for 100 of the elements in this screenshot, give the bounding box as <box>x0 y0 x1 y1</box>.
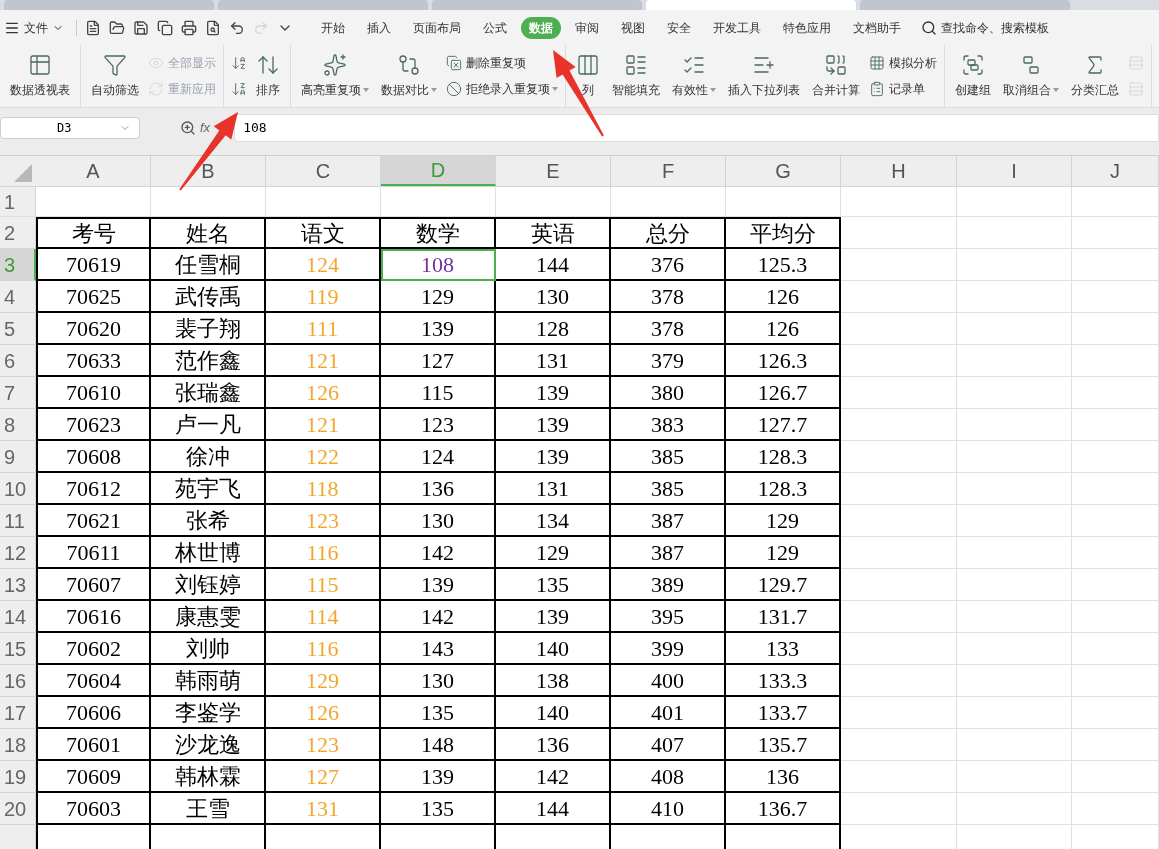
column-header[interactable]: G <box>726 156 841 186</box>
ribbon-button[interactable]: 自动筛选 <box>88 53 142 99</box>
table-cell: 115 <box>266 569 381 601</box>
table-cell: 70601 <box>36 729 151 761</box>
ribbon-button[interactable]: 高亮重复项 <box>298 53 372 99</box>
row-header[interactable]: 6 <box>0 345 36 377</box>
ribbon-button[interactable]: 合并计算 <box>809 53 863 99</box>
table-cell: 400 <box>611 665 726 697</box>
ribbon-button[interactable]: 排序 <box>253 53 283 99</box>
ribbon-button[interactable]: 数据对比 <box>378 53 440 99</box>
name-box[interactable]: D3 <box>0 116 140 139</box>
sort-ascending-icon <box>231 55 247 71</box>
table-cell: 129 <box>726 537 841 569</box>
ribbon-tab[interactable]: 安全 <box>659 16 699 39</box>
undo-icon[interactable] <box>229 19 245 36</box>
column-header[interactable]: I <box>957 156 1072 186</box>
ribbon-button[interactable]: 智能填充 <box>609 53 663 99</box>
row-header[interactable]: 13 <box>0 569 36 601</box>
table-cell: 康惠雯 <box>151 601 266 633</box>
column-header[interactable]: E <box>496 156 611 186</box>
ribbon-tab[interactable]: 特色应用 <box>775 16 839 39</box>
ribbon-button[interactable]: 有效性 <box>669 53 719 99</box>
row-header[interactable]: 14 <box>0 601 36 633</box>
ribbon-tab[interactable]: 插入 <box>359 16 399 39</box>
ribbon-tab[interactable]: 开始 <box>313 16 353 39</box>
folder-icon[interactable] <box>109 19 125 36</box>
ribbon-button[interactable]: 创建组 <box>952 53 994 99</box>
fx-label: fx <box>200 118 211 137</box>
formula-field[interactable]: 108 <box>234 113 1159 142</box>
print-icon[interactable] <box>181 19 197 36</box>
table-cell: 144 <box>496 793 611 825</box>
table-cell: 70604 <box>36 665 151 697</box>
row-header[interactable]: 20 <box>0 793 36 825</box>
table-cell: 139 <box>496 409 611 441</box>
table-cell: 378 <box>611 281 726 313</box>
row-header[interactable]: 12 <box>0 537 36 569</box>
table-cell: 卢一凡 <box>151 409 266 441</box>
column-header[interactable]: F <box>611 156 726 186</box>
table-cell: 刘钰婷 <box>151 569 266 601</box>
row-header[interactable]: 19 <box>0 761 36 793</box>
zoom-icon[interactable] <box>180 119 196 136</box>
row-header[interactable]: 18 <box>0 729 36 761</box>
column-header[interactable]: H <box>841 156 957 186</box>
ribbon-button[interactable]: 分类汇总 <box>1068 53 1122 99</box>
row-header[interactable]: 5 <box>0 313 36 345</box>
ribbon-tab[interactable]: 视图 <box>613 16 653 39</box>
caret-icon <box>1053 88 1059 92</box>
table-cell: 136.7 <box>726 793 841 825</box>
new-file-icon[interactable] <box>85 19 101 36</box>
row-header[interactable]: 10 <box>0 473 36 505</box>
ribbon-button[interactable]: 取消组合 <box>1000 53 1062 99</box>
ribbon-button[interactable]: 模拟分析 <box>869 52 937 74</box>
table-cell: 136 <box>726 761 841 793</box>
ribbon-button[interactable]: 拒绝录入重复项 <box>446 78 558 100</box>
row-header[interactable]: 15 <box>0 633 36 665</box>
ribbon-tab[interactable]: 页面布局 <box>405 16 469 39</box>
table-cell: 139 <box>381 761 496 793</box>
ribbon-button[interactable]: 删除重复项 <box>446 52 558 74</box>
row-header[interactable]: 17 <box>0 697 36 729</box>
table-cell: 401 <box>611 697 726 729</box>
table-cell: 138 <box>496 665 611 697</box>
group-icon <box>961 53 985 77</box>
table-cell: 70606 <box>36 697 151 729</box>
command-search[interactable]: 查找命令、搜索模板 <box>921 18 1049 37</box>
table-cell: 韩林霖 <box>151 761 266 793</box>
row-header[interactable]: 16 <box>0 665 36 697</box>
ribbon-tab[interactable]: 审阅 <box>567 16 607 39</box>
delete-duplicates-icon <box>446 55 462 71</box>
copy-icon[interactable] <box>157 19 173 36</box>
table-cell: 70603 <box>36 793 151 825</box>
column-header[interactable]: J <box>1072 156 1159 186</box>
row-header[interactable]: 9 <box>0 441 36 473</box>
table-cell: 387 <box>611 537 726 569</box>
row-header[interactable]: 8 <box>0 409 36 441</box>
file-menu[interactable]: 文件 <box>4 18 64 37</box>
row-header[interactable]: 11 <box>0 505 36 537</box>
ribbon-button[interactable]: 列 <box>573 53 603 99</box>
row-header[interactable]: 4 <box>0 281 36 313</box>
row-header[interactable]: 7 <box>0 377 36 409</box>
ribbon-button[interactable]: 插入下拉列表 <box>725 53 803 99</box>
table-cell: 70607 <box>36 569 151 601</box>
table-cell: 123 <box>266 729 381 761</box>
table-cell: 108 <box>381 249 496 281</box>
table-cell: 142 <box>381 537 496 569</box>
table-cell: 123 <box>381 409 496 441</box>
save-icon[interactable] <box>133 19 149 36</box>
row-header[interactable]: 2 <box>0 217 36 249</box>
rows-icon <box>1128 55 1144 71</box>
ribbon-tab[interactable]: 文档助手 <box>845 16 909 39</box>
ribbon-button[interactable]: 数据透视表 <box>7 53 73 99</box>
ribbon-tab[interactable]: 公式 <box>475 16 515 39</box>
ribbon-button[interactable]: 记录单 <box>869 78 937 100</box>
preview-icon[interactable] <box>205 19 221 36</box>
table-cell: 134 <box>496 505 611 537</box>
table-cell: 135 <box>381 793 496 825</box>
ribbon-tab[interactable]: 开发工具 <box>705 16 769 39</box>
table-cell: 126 <box>726 313 841 345</box>
column-header[interactable]: A <box>36 156 151 186</box>
row-header[interactable]: 1 <box>0 187 36 216</box>
table-cell: 130 <box>496 281 611 313</box>
